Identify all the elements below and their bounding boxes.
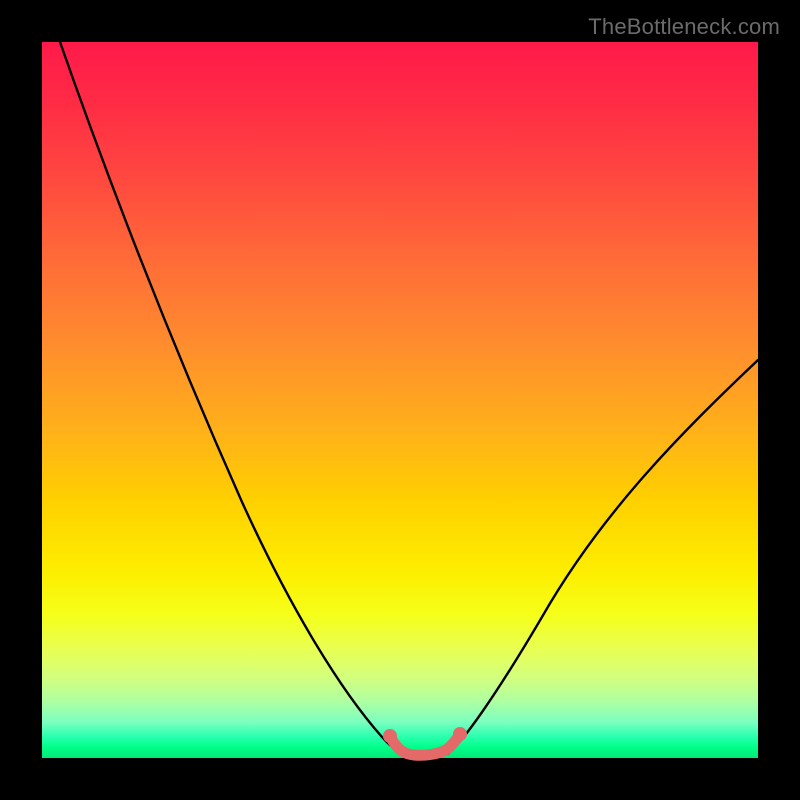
bottom-highlight-segment (390, 734, 460, 755)
bottom-highlight-right-dot (453, 727, 467, 741)
watermark-text: TheBottleneck.com (588, 14, 780, 40)
curve-layer (42, 42, 758, 758)
bottom-highlight-left-dot (383, 729, 397, 743)
chart-frame: TheBottleneck.com (0, 0, 800, 800)
right-curve (448, 360, 758, 754)
left-curve (60, 42, 402, 754)
plot-area (42, 42, 758, 758)
